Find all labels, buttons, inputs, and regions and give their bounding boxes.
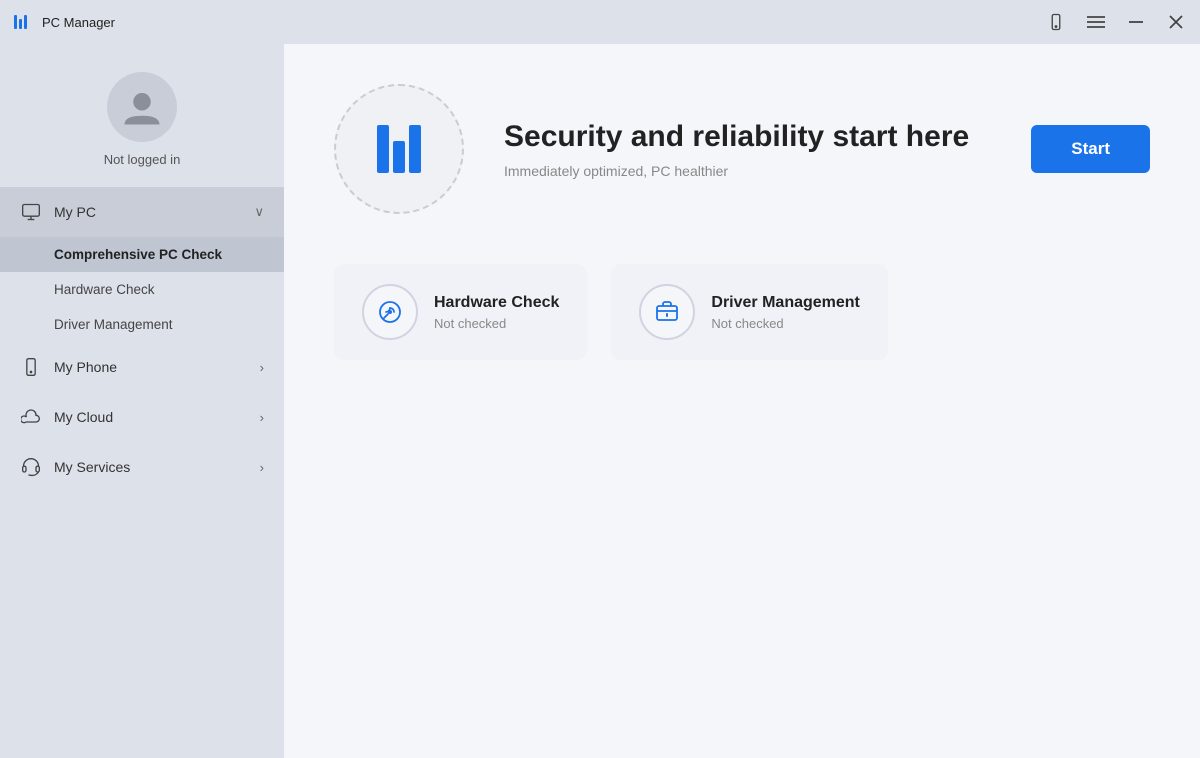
my-phone-chevron: › <box>260 360 264 375</box>
title-bar: PC Manager <box>0 0 1200 44</box>
title-bar-left: PC Manager <box>12 11 115 33</box>
hero-logo <box>377 125 421 173</box>
sidebar: Not logged in My PC ∨ Comprehensive PC C… <box>0 44 284 758</box>
hero-section: Security and reliability start here Imme… <box>334 84 1150 214</box>
avatar-icon <box>121 86 163 128</box>
app-body: Not logged in My PC ∨ Comprehensive PC C… <box>0 44 1200 758</box>
sidebar-item-my-phone[interactable]: My Phone › <box>0 342 284 392</box>
main-content: Security and reliability start here Imme… <box>284 44 1200 758</box>
phone-button[interactable] <box>1044 10 1068 34</box>
driver-management-icon-circle <box>639 284 695 340</box>
avatar <box>107 72 177 142</box>
hardware-check-card-title: Hardware Check <box>434 294 559 312</box>
sidebar-item-hardware-check[interactable]: Hardware Check <box>0 272 284 307</box>
driver-management-card-title: Driver Management <box>711 294 860 312</box>
my-pc-chevron: ∨ <box>254 204 264 220</box>
my-cloud-chevron: › <box>260 410 264 425</box>
app-logo <box>12 11 34 33</box>
cards-section: Hardware Check Not checked Driver Manage… <box>334 264 1150 360</box>
logo-bar-1 <box>377 125 389 173</box>
hardware-check-card-status: Not checked <box>434 316 559 331</box>
sidebar-item-my-pc[interactable]: My PC ∨ <box>0 187 284 237</box>
driver-management-card-status: Not checked <box>711 316 860 331</box>
menu-button[interactable] <box>1084 10 1108 34</box>
my-services-chevron: › <box>260 460 264 475</box>
driver-management-card[interactable]: Driver Management Not checked <box>611 264 888 360</box>
start-button[interactable]: Start <box>1031 125 1150 173</box>
hardware-check-card-text: Hardware Check Not checked <box>434 294 559 331</box>
driver-management-icon <box>653 298 681 326</box>
phone-icon <box>20 356 42 378</box>
user-section: Not logged in <box>0 44 284 187</box>
hero-logo-circle <box>334 84 464 214</box>
my-pc-label: My PC <box>54 204 242 220</box>
sidebar-item-my-cloud[interactable]: My Cloud › <box>0 392 284 442</box>
sidebar-item-my-services[interactable]: My Services › <box>0 442 284 492</box>
hero-subtitle: Immediately optimized, PC healthier <box>504 163 991 179</box>
my-phone-label: My Phone <box>54 359 248 375</box>
logo-bar-3 <box>409 125 421 173</box>
title-bar-controls <box>1044 10 1188 34</box>
hardware-check-icon <box>376 298 404 326</box>
hero-text: Security and reliability start here Imme… <box>504 119 991 179</box>
monitor-icon <box>20 201 42 223</box>
minimize-button[interactable] <box>1124 10 1148 34</box>
driver-management-card-text: Driver Management Not checked <box>711 294 860 331</box>
hardware-check-icon-circle <box>362 284 418 340</box>
hero-title: Security and reliability start here <box>504 119 991 155</box>
cloud-icon <box>20 406 42 428</box>
logo-bar-2 <box>393 141 405 173</box>
my-cloud-label: My Cloud <box>54 409 248 425</box>
my-services-label: My Services <box>54 459 248 475</box>
sidebar-item-comprehensive-pc-check[interactable]: Comprehensive PC Check <box>0 237 284 272</box>
hardware-check-card[interactable]: Hardware Check Not checked <box>334 264 587 360</box>
headset-icon <box>20 456 42 478</box>
app-title: PC Manager <box>42 15 115 30</box>
close-button[interactable] <box>1164 10 1188 34</box>
sidebar-item-driver-management[interactable]: Driver Management <box>0 307 284 342</box>
app-logo-icon <box>12 11 34 33</box>
user-status: Not logged in <box>104 152 181 167</box>
